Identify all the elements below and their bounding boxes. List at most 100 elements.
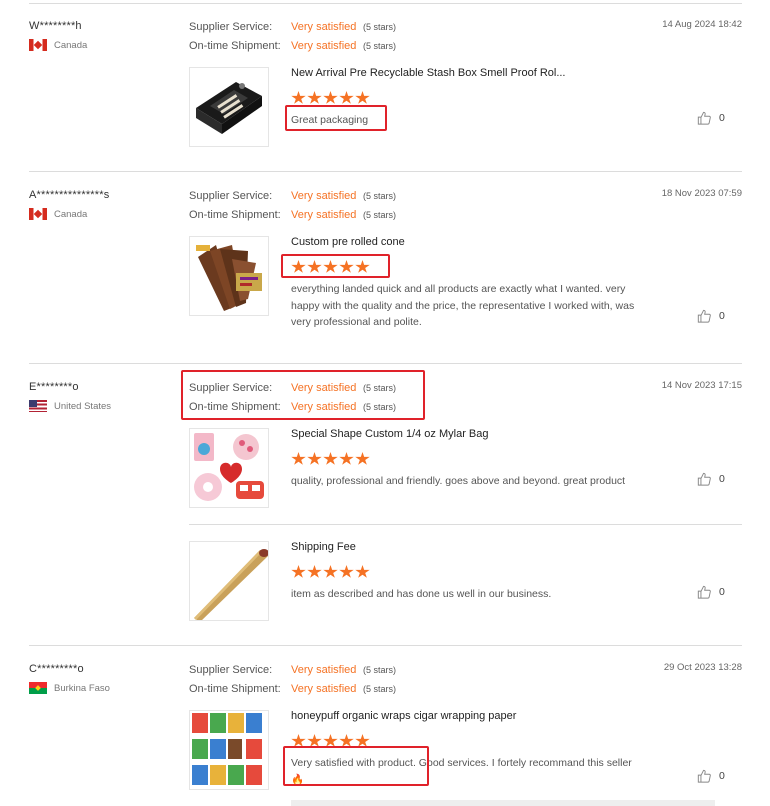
product-title[interactable]: honeypuff organic wraps cigar wrapping p… xyxy=(291,710,581,722)
product-title[interactable]: New Arrival Pre Recyclable Stash Box Sme… xyxy=(291,67,581,79)
star-icon xyxy=(307,734,322,747)
star-icon xyxy=(355,260,370,273)
star-rating xyxy=(291,452,370,466)
on-time-shipment-stars: (5 stars) xyxy=(363,683,397,694)
supplier-service-label: Supplier Service: xyxy=(189,663,273,676)
canada-flag-icon xyxy=(29,208,47,220)
star-icon xyxy=(355,734,370,747)
on-time-shipment-label: On-time Shipment: xyxy=(189,682,281,695)
like-count: 0 xyxy=(719,586,725,598)
service-ratings: Supplier Service: Very satisfied (5 stars)… xyxy=(189,186,449,224)
like-count: 0 xyxy=(719,473,725,485)
supplier-service-value: Very satisfied xyxy=(291,381,357,394)
reviewer-country: Burkina Faso xyxy=(29,682,169,694)
review-date: 18 Nov 2023 07:59 xyxy=(661,188,742,199)
reviewer-name: A***************s xyxy=(29,189,110,201)
star-icon xyxy=(307,91,322,104)
star-icon xyxy=(339,260,354,273)
reviewer-name: C*********o xyxy=(29,663,84,675)
star-icon xyxy=(339,452,354,465)
supplier-service-label: Supplier Service: xyxy=(189,189,273,202)
divider xyxy=(29,363,742,364)
reviewer-info: W********h Canada xyxy=(29,20,169,51)
like-button[interactable]: 0 xyxy=(697,111,725,125)
star-icon xyxy=(323,260,338,273)
star-icon xyxy=(307,452,322,465)
star-icon xyxy=(291,565,306,578)
thumbs-up-icon xyxy=(697,309,711,323)
product-thumbnail[interactable] xyxy=(189,428,269,508)
star-icon xyxy=(291,260,306,273)
review-comment: everything landed quick and all products… xyxy=(291,283,635,328)
cones-image xyxy=(196,245,262,311)
product-title[interactable]: Custom pre rolled cone xyxy=(291,236,581,248)
thumbs-up-icon xyxy=(697,769,711,783)
review-comment-text: Very satisfied with product. Good servic… xyxy=(291,757,632,769)
star-icon xyxy=(307,260,322,273)
on-time-shipment-value: Very satisfied xyxy=(291,208,357,221)
product-title[interactable]: Shipping Fee xyxy=(291,541,581,553)
supplier-service-stars: (5 stars) xyxy=(363,21,397,32)
country-label: Burkina Faso xyxy=(54,682,110,694)
star-icon xyxy=(323,734,338,747)
star-icon xyxy=(291,91,306,104)
thumbs-up-icon xyxy=(697,585,711,599)
review-date: 14 Nov 2023 17:15 xyxy=(661,380,742,391)
star-icon xyxy=(355,452,370,465)
united-states-flag-icon xyxy=(29,400,47,412)
thumbs-up-icon xyxy=(697,111,711,125)
star-icon xyxy=(323,452,338,465)
star-rating xyxy=(291,734,370,748)
star-icon xyxy=(355,565,370,578)
product-title[interactable]: Special Shape Custom 1/4 oz Mylar Bag xyxy=(291,428,581,440)
supplier-service-value: Very satisfied xyxy=(291,189,357,202)
product-thumbnail[interactable] xyxy=(189,67,269,147)
mylar-bags-image xyxy=(194,433,264,501)
reviewer-info: E********o United States xyxy=(29,381,169,412)
divider xyxy=(29,3,742,4)
star-rating xyxy=(291,91,370,105)
product-thumbnail[interactable] xyxy=(189,236,269,316)
on-time-shipment-label: On-time Shipment: xyxy=(189,208,281,221)
reviewer-country: United States xyxy=(29,400,169,412)
review-comment: Great packaging xyxy=(291,114,369,126)
product-thumbnail[interactable] xyxy=(189,710,269,790)
burkina-faso-flag-icon xyxy=(29,682,47,694)
supplier-service-label: Supplier Service: xyxy=(189,20,273,33)
reviewer-country: Canada xyxy=(29,208,169,220)
fire-emoji-icon: 🔥 xyxy=(291,773,305,786)
on-time-shipment-value: Very satisfied xyxy=(291,682,357,695)
product-thumbnail[interactable] xyxy=(189,541,269,621)
divider xyxy=(29,171,742,172)
canada-flag-icon xyxy=(29,39,47,51)
reviewer-name: E********o xyxy=(29,381,79,393)
like-button[interactable]: 0 xyxy=(697,309,725,323)
like-count: 0 xyxy=(719,310,725,322)
country-label: Canada xyxy=(54,208,88,220)
star-icon xyxy=(323,565,338,578)
star-rating xyxy=(291,260,370,274)
supplier-service-value: Very satisfied xyxy=(291,663,357,676)
supplier-service-label: Supplier Service: xyxy=(189,381,273,394)
supplier-service-value: Very satisfied xyxy=(291,20,357,33)
like-button[interactable]: 0 xyxy=(697,585,725,599)
on-time-shipment-stars: (5 stars) xyxy=(363,401,397,412)
divider xyxy=(189,524,742,525)
review-comment: item as described and has done us well i… xyxy=(291,588,552,600)
star-icon xyxy=(291,734,306,747)
reviewer-info: A***************s Canada xyxy=(29,189,169,220)
star-icon xyxy=(339,565,354,578)
on-time-shipment-value: Very satisfied xyxy=(291,400,357,413)
like-count: 0 xyxy=(719,770,725,782)
like-button[interactable]: 0 xyxy=(697,769,725,783)
country-label: Canada xyxy=(54,39,88,51)
thumbs-up-icon xyxy=(697,472,711,486)
country-label: United States xyxy=(54,400,112,412)
service-ratings: Supplier Service: Very satisfied (5 stars)… xyxy=(189,378,449,416)
review-comment: quality, professional and friendly. goes… xyxy=(291,475,626,487)
star-icon xyxy=(323,91,338,104)
review-date: 14 Aug 2024 18:42 xyxy=(662,19,742,30)
like-button[interactable]: 0 xyxy=(697,472,725,486)
on-time-shipment-label: On-time Shipment: xyxy=(189,39,281,52)
wraps-image xyxy=(192,713,262,785)
